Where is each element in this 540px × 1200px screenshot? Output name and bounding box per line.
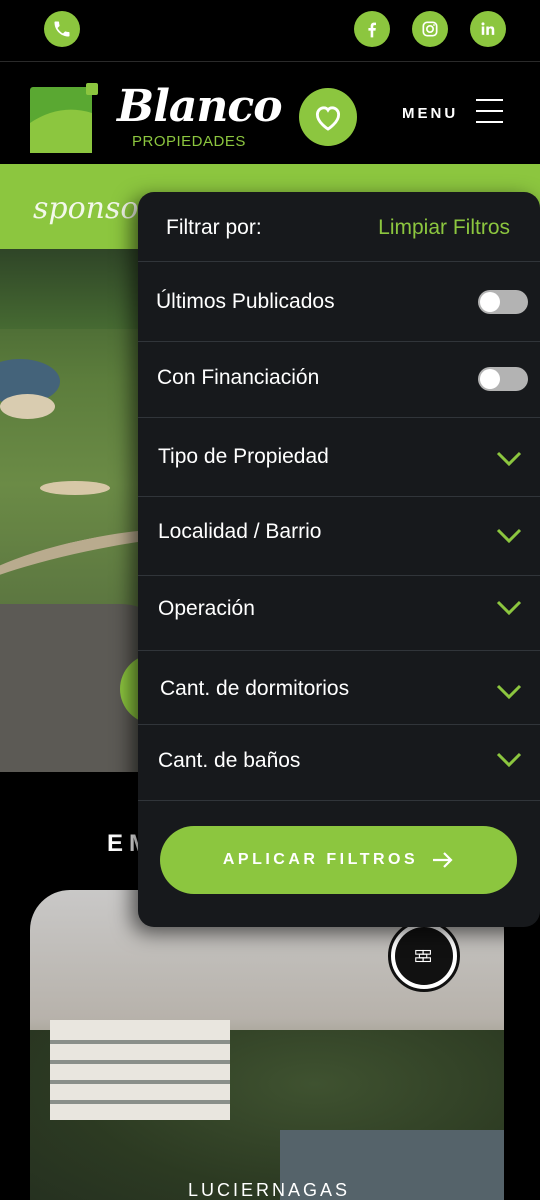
apply-filters-button[interactable]: APLICAR FILTROS — [160, 826, 517, 894]
project-name: LUCIERNAGAS — [188, 1180, 351, 1200]
chevron-down-icon — [496, 684, 522, 700]
facebook-icon[interactable] — [354, 11, 390, 47]
dropdown-label: Cant. de dormitorios — [160, 677, 350, 700]
dropdown-property-type[interactable]: Tipo de Propiedad — [138, 418, 540, 497]
dropdown-operation[interactable]: Operación — [138, 576, 540, 651]
sponsor-text: sponsor — [33, 191, 153, 226]
favorites-button[interactable] — [299, 88, 357, 146]
chevron-down-icon — [496, 752, 522, 768]
top-bar — [0, 0, 540, 62]
chevron-down-icon — [496, 600, 522, 616]
chevron-down-icon — [496, 451, 522, 467]
dropdown-label: Tipo de Propiedad — [158, 445, 329, 468]
instagram-icon[interactable] — [412, 11, 448, 47]
dropdown-bedrooms[interactable]: Cant. de dormitorios — [138, 651, 540, 725]
toggle-row-latest[interactable]: Últimos Publicados — [138, 262, 540, 342]
clear-filters-link[interactable]: Limpiar Filtros — [378, 216, 510, 240]
toggle-row-financing[interactable]: Con Financiación — [138, 342, 540, 418]
dropdown-location[interactable]: Localidad / Barrio — [138, 497, 540, 576]
site-header: Blanco PROPIEDADES MENU — [0, 63, 540, 164]
toggle-label: Últimos Publicados — [156, 290, 335, 313]
arrow-right-icon — [433, 852, 453, 868]
logo-wordmark[interactable]: Blanco — [117, 81, 283, 132]
linkedin-icon[interactable] — [470, 11, 506, 47]
heart-icon — [315, 106, 341, 131]
menu-label[interactable]: MENU — [402, 105, 458, 122]
latest-toggle[interactable] — [478, 290, 528, 314]
dropdown-label: Localidad / Barrio — [158, 520, 322, 543]
logo-mark-icon[interactable] — [30, 83, 100, 153]
toggle-label: Con Financiación — [157, 366, 320, 389]
construction-badge — [388, 920, 460, 992]
chevron-down-icon — [496, 528, 522, 544]
apply-filters-label: APLICAR FILTROS — [222, 851, 419, 868]
phone-icon[interactable] — [44, 11, 80, 47]
hamburger-icon[interactable] — [476, 99, 503, 123]
logo-subtitle: PROPIEDADES — [132, 133, 246, 150]
project-card[interactable]: LUCIERNAGAS — [30, 890, 504, 1200]
filter-panel: Filtrar por: Limpiar Filtros Últimos Pub… — [138, 192, 540, 927]
brick-wall-icon — [415, 949, 431, 963]
dropdown-bathrooms[interactable]: Cant. de baños — [138, 725, 540, 801]
filter-heading: Filtrar por: — [166, 216, 262, 239]
dropdown-label: Cant. de baños — [158, 749, 301, 772]
dropdown-label: Operación — [158, 597, 255, 620]
financing-toggle[interactable] — [478, 367, 528, 391]
filter-panel-header: Filtrar por: Limpiar Filtros — [138, 192, 540, 262]
